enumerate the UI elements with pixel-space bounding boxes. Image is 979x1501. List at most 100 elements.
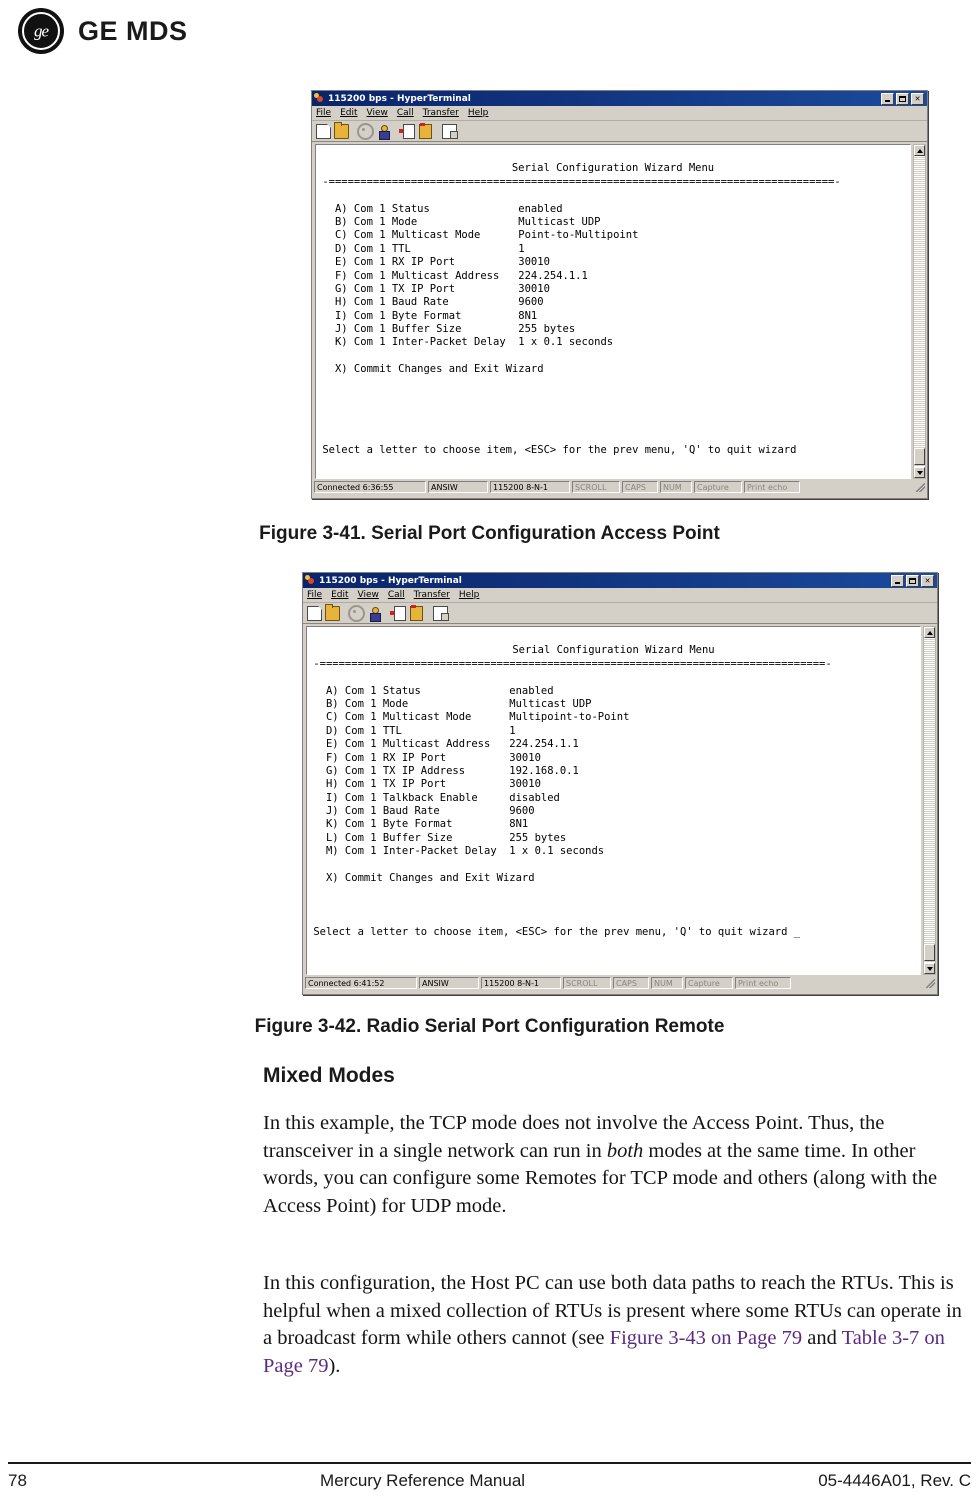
screen-blank-line xyxy=(307,631,920,644)
new-connection-icon[interactable] xyxy=(315,123,332,140)
toolbar-1[interactable] xyxy=(312,121,927,142)
menu-option: D) Com 1 TTL 1 xyxy=(307,724,516,737)
receive-file-icon-2[interactable] xyxy=(408,604,425,622)
menubar-2[interactable]: File Edit View Call Transfer Help xyxy=(303,588,937,603)
menu-call-2[interactable]: Call xyxy=(388,590,405,600)
toolbar-2[interactable] xyxy=(303,603,937,624)
menu-edit-1[interactable]: Edit xyxy=(340,108,357,118)
new-connection-icon-2[interactable] xyxy=(306,605,323,622)
status-num-1: NUM xyxy=(660,481,692,493)
send-file-icon-2[interactable] xyxy=(390,605,407,622)
menu-option-commit: X) Commit Changes and Exit Wizard xyxy=(307,872,535,885)
status-caps-1: CAPS xyxy=(622,481,658,493)
menu-transfer-1[interactable]: Transfer xyxy=(423,108,459,118)
send-file-icon[interactable] xyxy=(399,123,416,140)
status-emulation-1: ANSIW xyxy=(428,481,488,493)
status-capture-1: Capture xyxy=(694,481,742,493)
menu-option: K) Com 1 Byte Format 8N1 xyxy=(307,818,529,831)
menu-option: G) Com 1 TX IP Port 30010 xyxy=(316,282,550,295)
page-footer: 78 Mercury Reference Manual 05-4446A01, … xyxy=(8,1471,971,1491)
resize-grip-2[interactable] xyxy=(793,977,936,989)
hyperterminal-window-2[interactable]: 115200 bps - HyperTerminal ✕ File Edit V… xyxy=(302,572,938,995)
menu-edit-2[interactable]: Edit xyxy=(331,590,348,600)
caption-buttons-2[interactable]: ✕ xyxy=(891,574,936,587)
statusbar-2: Connected 6:41:52 ANSIW 115200 8-N-1 SCR… xyxy=(303,976,937,991)
menu-help-1[interactable]: Help xyxy=(468,108,489,118)
menu-view-2[interactable]: View xyxy=(358,590,379,600)
receive-file-icon[interactable] xyxy=(417,122,434,140)
terminal-screen-1[interactable]: Serial Configuration Wizard Menu -======… xyxy=(316,145,910,478)
screen-blank-line xyxy=(316,403,910,416)
menu-call-1[interactable]: Call xyxy=(397,108,414,118)
client-area-2: Serial Configuration Wizard Menu -======… xyxy=(303,624,937,976)
hyperterminal-app-icon xyxy=(314,93,325,104)
menubar-1[interactable]: File Edit View Call Transfer Help xyxy=(312,106,927,121)
caption-buttons-1[interactable]: ✕ xyxy=(881,92,926,105)
screen-blank-line xyxy=(307,912,920,925)
footer-doc-id: 05-4446A01, Rev. C xyxy=(818,1471,971,1490)
screen-prompt: Select a letter to choose item, <ESC> fo… xyxy=(316,443,797,456)
menu-option: G) Com 1 TX IP Address 192.168.0.1 xyxy=(307,764,579,777)
paragraph-2-part-b: ). xyxy=(328,1354,341,1377)
client-area-1: Serial Configuration Wizard Menu -======… xyxy=(312,142,927,480)
scroll-up-arrow-icon-1[interactable] xyxy=(914,145,925,156)
menu-option: I) Com 1 Byte Format 8N1 xyxy=(316,309,538,322)
open-file-icon-2[interactable] xyxy=(324,603,341,622)
screen-blank-line xyxy=(307,885,920,898)
titlebar-1[interactable]: 115200 bps - HyperTerminal ✕ xyxy=(312,91,927,106)
screen-blank-line xyxy=(307,899,920,912)
window-title-2: 115200 bps - HyperTerminal xyxy=(319,575,462,586)
hyperterminal-window-1[interactable]: 115200 bps - HyperTerminal ✕ File Edit V… xyxy=(311,90,928,499)
scrollbar-thumb-1[interactable] xyxy=(914,448,925,465)
maximize-button-2[interactable] xyxy=(906,574,919,587)
menu-help-2[interactable]: Help xyxy=(459,590,480,600)
disconnect-icon-2[interactable] xyxy=(366,605,383,622)
screen-blank-line xyxy=(316,430,910,443)
properties-icon[interactable] xyxy=(441,123,458,140)
ge-logo-letters: ge xyxy=(33,21,49,41)
menu-view-1[interactable]: View xyxy=(367,108,388,118)
hyperterminal-app-icon-2 xyxy=(305,575,316,586)
terminal-screen-2[interactable]: Serial Configuration Wizard Menu -======… xyxy=(307,627,920,974)
close-button-1[interactable]: ✕ xyxy=(911,92,924,105)
maximize-button-1[interactable] xyxy=(896,92,909,105)
properties-icon-2[interactable] xyxy=(432,605,449,622)
menu-option: E) Com 1 RX IP Port 30010 xyxy=(316,256,550,269)
scrollbar-thumb-2[interactable] xyxy=(924,944,935,961)
menu-file-1[interactable]: File xyxy=(316,108,331,118)
call-icon-2[interactable] xyxy=(348,604,365,622)
menu-transfer-2[interactable]: Transfer xyxy=(414,590,450,600)
xref-figure-3-43[interactable]: Figure 3-43 on Page 79 xyxy=(610,1327,802,1349)
disconnect-icon[interactable] xyxy=(375,123,392,140)
screen-rule: -=======================================… xyxy=(316,175,841,188)
screen-heading: Serial Configuration Wizard Menu xyxy=(512,644,715,657)
terminal-screen-wrap-1: Serial Configuration Wizard Menu -======… xyxy=(315,144,911,479)
figure-42-caption: Figure 3-42. Radio Serial Port Configura… xyxy=(254,1016,725,1037)
scroll-down-arrow-icon-1[interactable] xyxy=(914,467,925,478)
statusbar-1: Connected 6:36:55 ANSIW 115200 8-N-1 SCR… xyxy=(312,480,927,495)
open-file-icon[interactable] xyxy=(333,121,350,140)
resize-grip-1[interactable] xyxy=(802,481,926,493)
menu-option: A) Com 1 Status enabled xyxy=(307,684,554,697)
status-capture-2: Capture xyxy=(685,977,733,989)
menu-option: F) Com 1 RX IP Port 30010 xyxy=(307,751,541,764)
menu-option: H) Com 1 Baud Rate 9600 xyxy=(316,296,544,309)
vertical-scrollbar-2[interactable] xyxy=(923,626,936,975)
vertical-scrollbar-1[interactable] xyxy=(913,144,926,479)
screen-blank-line xyxy=(316,350,910,363)
scroll-up-arrow-icon-2[interactable] xyxy=(924,627,935,638)
menu-option: J) Com 1 Baud Rate 9600 xyxy=(307,805,535,818)
minimize-button-1[interactable] xyxy=(881,92,894,105)
screen-blank-line xyxy=(316,149,910,162)
close-button-2[interactable]: ✕ xyxy=(921,574,934,587)
menu-file-2[interactable]: File xyxy=(307,590,322,600)
scroll-down-arrow-icon-2[interactable] xyxy=(924,963,935,974)
menu-option: F) Com 1 Multicast Address 224.254.1.1 xyxy=(316,269,588,282)
screen-heading: Serial Configuration Wizard Menu xyxy=(511,162,715,175)
paragraph-2: In this configuration, the Host PC can u… xyxy=(263,1270,975,1380)
titlebar-2[interactable]: 115200 bps - HyperTerminal ✕ xyxy=(303,573,937,588)
paragraph-1-italic-both: both xyxy=(606,1139,644,1162)
status-connected-1: Connected 6:36:55 xyxy=(314,481,426,493)
call-icon[interactable] xyxy=(357,122,374,140)
minimize-button-2[interactable] xyxy=(891,574,904,587)
